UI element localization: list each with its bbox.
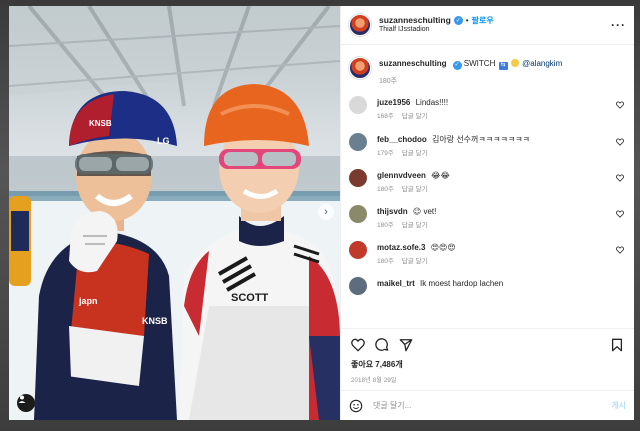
post-side-panel: suzanneschulting ✓ • 팔로우 Thialf IJsstadi… [340,6,634,420]
commenter-avatar[interactable] [349,204,367,223]
svg-text:KNSB: KNSB [89,119,112,128]
photo-illustration: KNSB japn KNSB LG SCOTT [9,6,340,420]
verified-badge-icon: ✓ [452,61,462,71]
emoji-smile-icon[interactable] [349,399,363,413]
svg-text:KNSB: KNSB [142,316,168,326]
add-comment-bar: 게시 [341,390,634,420]
comment-item: glennvdveen 😂😂 180주 답글 달기 [349,168,626,194]
comments-list[interactable]: suzanneschulting ✓ SWITCH ⇆ @alangkim 180… [341,45,634,328]
caption-time[interactable]: 180주 [379,78,397,85]
post-location[interactable]: Thialf IJsstadion [379,26,494,34]
commenter-username[interactable]: glennvdveen [377,171,426,180]
caption-username[interactable]: suzanneschulting [379,59,447,68]
chevron-right-icon: › [324,205,328,218]
post-date[interactable]: 2018년 8월 29일 [351,375,624,384]
send-icon[interactable] [399,338,413,352]
post-modal: KNSB japn KNSB LG SCOTT › suzanneschulti… [9,6,634,420]
svg-text:SCOTT: SCOTT [231,292,269,304]
commenter-username[interactable]: motaz.sofe.3 [377,243,425,252]
likes-count[interactable]: 좋아요 7,486개 [351,359,624,370]
author-avatar[interactable] [349,14,371,36]
comment-item: maikel_trt Ik moest hardop lachen [349,277,626,296]
header-separator: • [465,16,469,26]
post-caption: suzanneschulting ✓ SWITCH ⇆ @alangkim 180… [349,57,626,86]
heart-icon[interactable] [616,101,624,110]
heart-icon[interactable] [616,246,624,254]
comment-item: feb__chodoo 김아랑 선수꺼ㅋㅋㅋㅋㅋㅋㅋ 179주 답글 달기 [349,132,626,158]
heart-icon[interactable] [616,210,624,218]
caption-mention[interactable]: @alangkim [522,59,562,68]
heart-icon[interactable] [616,174,624,182]
svg-text:japn: japn [78,296,98,306]
reply-button[interactable]: 답글 달기 [402,113,428,120]
commenter-avatar[interactable] [349,240,367,259]
follow-button[interactable]: 팔로우 [472,16,494,25]
comment-icon[interactable] [375,338,389,352]
comment-item: juze1956 Lindas!!!! 168주 답글 달기 [349,96,626,121]
comments-fade [341,316,634,328]
verified-badge-icon: ✓ [453,16,463,26]
comment-time[interactable]: 168주 [377,113,394,120]
caption-avatar[interactable] [349,57,371,79]
reply-button[interactable]: 답글 달기 [402,258,428,265]
grinning-face-icon [510,59,519,67]
comment-time[interactable]: 180주 [377,186,394,193]
heart-icon[interactable] [351,338,365,352]
comment-time[interactable]: 180주 [377,222,394,229]
post-photo[interactable]: KNSB japn KNSB LG SCOTT › [9,6,340,420]
reply-button[interactable]: 답글 달기 [402,150,428,157]
post-comment-button[interactable]: 게시 [611,400,626,411]
svg-text:LG: LG [157,136,170,146]
arrows-switch-icon: ⇆ [498,62,508,70]
comment-text: 😍😍😍 [430,242,456,252]
comment-text: Lindas!!!! [415,98,449,108]
commenter-username[interactable]: thijsvdn [377,207,408,216]
carousel-next-button[interactable]: › [318,204,334,220]
commenter-avatar[interactable] [349,132,367,151]
post-header: suzanneschulting ✓ • 팔로우 Thialf IJsstadi… [341,6,634,45]
commenter-avatar[interactable] [349,277,367,296]
comment-input[interactable] [373,401,612,410]
commenter-username[interactable]: feb__chodoo [377,135,427,144]
caption-text: SWITCH [463,59,496,68]
reply-button[interactable]: 답글 달기 [402,186,428,193]
post-actions: 좋아요 7,486개 2018년 8월 29일 [341,328,634,390]
author-username[interactable]: suzanneschulting [379,15,451,26]
bookmark-icon[interactable] [610,338,624,352]
person-icon [18,395,26,403]
reply-button[interactable]: 답글 달기 [402,222,428,229]
commenter-username[interactable]: maikel_trt [377,279,415,288]
more-options-icon[interactable]: ··· [611,18,626,32]
commenter-avatar[interactable] [349,168,367,187]
comment-text: 😉 vet! [412,206,437,216]
comment-time[interactable]: 180주 [377,258,394,265]
commenter-avatar[interactable] [349,96,367,115]
comment-text: 김아랑 선수꺼ㅋㅋㅋㅋㅋㅋㅋ [432,134,530,144]
comment-item: thijsvdn 😉 vet! 180주 답글 달기 [349,204,626,230]
user-tag-button[interactable] [17,394,35,412]
comment-text: 😂😂 [431,170,450,180]
comment-item: motaz.sofe.3 😍😍😍 180주 답글 달기 [349,240,626,266]
comment-time[interactable]: 179주 [377,150,394,157]
comment-text: Ik moest hardop lachen [420,279,504,289]
heart-icon[interactable] [616,137,624,146]
commenter-username[interactable]: juze1956 [377,98,410,107]
